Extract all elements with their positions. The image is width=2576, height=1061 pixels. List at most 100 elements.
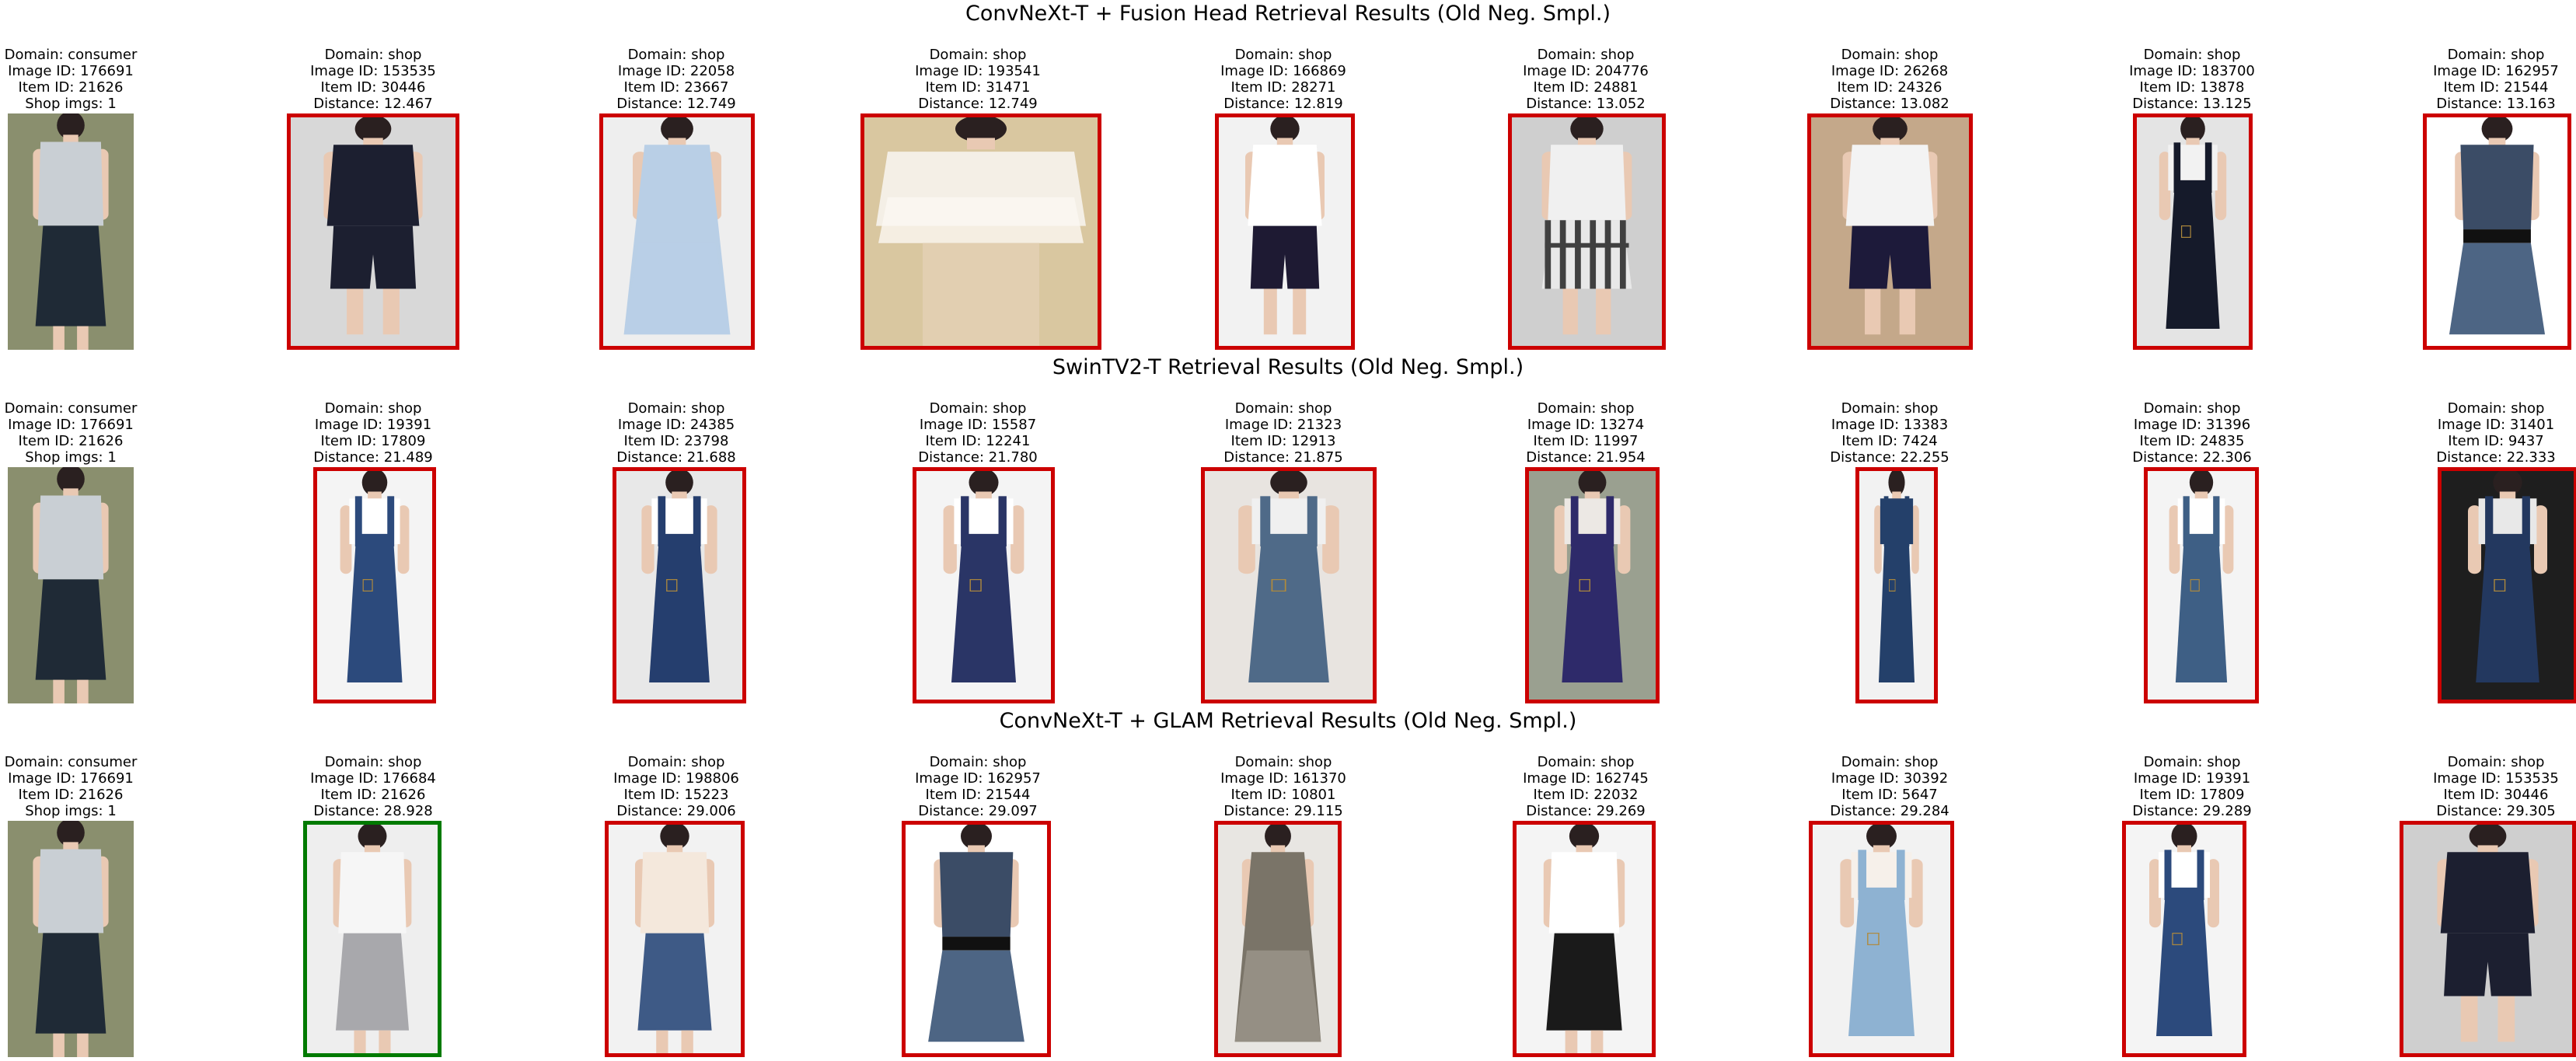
unmatched-result-image xyxy=(902,821,1051,1057)
caption-line: Domain: shop xyxy=(929,754,1027,770)
caption-line: Image ID: 166869 xyxy=(1220,63,1346,79)
caption-line: Item ID: 21626 xyxy=(320,787,426,803)
caption-line: Domain: shop xyxy=(1841,754,1939,770)
unmatched-result-image xyxy=(1214,821,1342,1057)
unmatched-result-image xyxy=(1525,467,1660,703)
caption-line: Domain: shop xyxy=(1234,754,1332,770)
unmatched-result-image xyxy=(1807,113,1973,350)
caption-line: Distance: 21.489 xyxy=(313,449,433,466)
image-caption: Domain: shop Image ID: 19391 Item ID: 1780… xyxy=(2132,754,2251,819)
caption-line: Image ID: 193541 xyxy=(915,63,1041,79)
image-caption: Domain: shop Image ID: 13383 Item ID: 7424… xyxy=(1830,400,1949,466)
caption-line: Image ID: 198806 xyxy=(613,770,739,787)
caption-line: Domain: shop xyxy=(627,400,725,417)
image-caption: Domain: consumer Image ID: 176691 Item ID:… xyxy=(5,400,138,466)
caption-line: Distance: 21.780 xyxy=(918,449,1038,466)
caption-line: Item ID: 17809 xyxy=(2139,787,2245,803)
caption-line: Domain: shop xyxy=(2143,754,2241,770)
caption-line: Item ID: 21544 xyxy=(2443,79,2549,96)
caption-line: Image ID: 153535 xyxy=(310,63,436,79)
caption-line: Shop imgs: 1 xyxy=(25,96,117,112)
caption-line: Distance: 29.284 xyxy=(1830,803,1949,819)
caption-line: Item ID: 5647 xyxy=(1841,787,1938,803)
image-caption: Domain: shop Image ID: 176684 Item ID: 216… xyxy=(310,754,436,819)
query-image xyxy=(8,821,134,1057)
caption-line: Domain: shop xyxy=(1537,754,1635,770)
caption-line: Distance: 21.954 xyxy=(1526,449,1646,466)
caption-line: Distance: 29.006 xyxy=(616,803,736,819)
caption-line: Domain: shop xyxy=(2447,47,2545,63)
unmatched-result-image xyxy=(1513,821,1656,1057)
image-caption: Domain: shop Image ID: 13274 Item ID: 1199… xyxy=(1526,400,1645,466)
caption-line: Domain: shop xyxy=(324,47,422,63)
caption-line: Item ID: 30446 xyxy=(320,79,426,96)
image-caption: Domain: shop Image ID: 166869 Item ID: 282… xyxy=(1220,47,1346,112)
caption-line: Image ID: 24385 xyxy=(617,417,735,433)
unmatched-result-image xyxy=(1215,113,1355,350)
caption-line: Domain: shop xyxy=(324,754,422,770)
query-image xyxy=(8,467,134,703)
caption-line: Item ID: 24835 xyxy=(2139,433,2245,449)
caption-line: Domain: shop xyxy=(1234,47,1332,63)
caption-line: Item ID: 24326 xyxy=(1837,79,1942,96)
caption-line: Distance: 12.467 xyxy=(313,96,433,112)
caption-line: Domain: shop xyxy=(2447,754,2545,770)
image-caption: Domain: shop Image ID: 22058 Item ID: 2366… xyxy=(616,47,735,112)
caption-line: Shop imgs: 1 xyxy=(25,449,117,466)
caption-line: Distance: 21.688 xyxy=(616,449,736,466)
caption-line: Item ID: 23798 xyxy=(623,433,729,449)
unmatched-result-image xyxy=(2423,113,2571,350)
unmatched-result-image xyxy=(2400,821,2576,1057)
unmatched-result-image xyxy=(313,467,436,703)
caption-line: Domain: shop xyxy=(1537,400,1635,417)
unmatched-result-image xyxy=(1855,467,1938,703)
caption-line: Distance: 29.289 xyxy=(2132,803,2252,819)
caption-line: Shop imgs: 1 xyxy=(25,803,117,819)
caption-line: Distance: 12.749 xyxy=(616,96,736,112)
caption-line: Item ID: 31471 xyxy=(925,79,1031,96)
caption-line: Item ID: 12913 xyxy=(1230,433,1336,449)
unmatched-result-image xyxy=(599,113,755,350)
query-image xyxy=(8,113,134,350)
caption-line: Distance: 13.125 xyxy=(2132,96,2252,112)
image-caption: Domain: shop Image ID: 162745 Item ID: 220… xyxy=(1523,754,1649,819)
caption-line: Image ID: 13274 xyxy=(1527,417,1645,433)
row-title: ConvNeXt-T + GLAM Retrieval Results (Old… xyxy=(999,709,1577,733)
caption-line: Domain: shop xyxy=(929,47,1027,63)
caption-line: Distance: 29.305 xyxy=(2436,803,2556,819)
caption-line: Item ID: 21626 xyxy=(18,787,124,803)
caption-line: Domain: shop xyxy=(627,754,725,770)
caption-line: Image ID: 176684 xyxy=(310,770,436,787)
caption-line: Domain: shop xyxy=(1537,47,1635,63)
caption-line: Domain: shop xyxy=(1841,47,1939,63)
image-caption: Domain: shop Image ID: 21323 Item ID: 1291… xyxy=(1223,400,1342,466)
image-caption: Domain: shop Image ID: 204776 Item ID: 248… xyxy=(1523,47,1649,112)
unmatched-result-image xyxy=(913,467,1055,703)
caption-line: Domain: shop xyxy=(324,400,422,417)
caption-line: Item ID: 22032 xyxy=(1533,787,1639,803)
caption-line: Item ID: 28271 xyxy=(1230,79,1336,96)
unmatched-result-image xyxy=(287,113,459,350)
unmatched-result-image xyxy=(1809,821,1954,1057)
caption-line: Distance: 22.306 xyxy=(2132,449,2252,466)
row-title: SwinTV2-T Retrieval Results (Old Neg. Sm… xyxy=(1052,355,1524,379)
caption-line: Item ID: 17809 xyxy=(320,433,426,449)
caption-line: Image ID: 176691 xyxy=(8,417,134,433)
caption-line: Domain: shop xyxy=(1234,400,1332,417)
caption-line: Image ID: 31396 xyxy=(2133,417,2251,433)
caption-line: Image ID: 15587 xyxy=(919,417,1037,433)
unmatched-result-image xyxy=(2144,467,2259,703)
unmatched-result-image xyxy=(2122,821,2246,1057)
unmatched-result-image xyxy=(613,467,746,703)
image-caption: Domain: shop Image ID: 153535 Item ID: 304… xyxy=(2433,754,2559,819)
caption-line: Distance: 12.749 xyxy=(918,96,1038,112)
caption-line: Distance: 28.928 xyxy=(313,803,433,819)
matched-result-image xyxy=(303,821,442,1057)
image-caption: Domain: consumer Image ID: 176691 Item ID:… xyxy=(5,47,138,112)
caption-line: Image ID: 26268 xyxy=(1831,63,1949,79)
caption-line: Image ID: 31401 xyxy=(2437,417,2555,433)
caption-line: Image ID: 176691 xyxy=(8,63,134,79)
caption-line: Image ID: 162957 xyxy=(915,770,1041,787)
caption-line: Image ID: 162745 xyxy=(1523,770,1649,787)
caption-line: Distance: 22.255 xyxy=(1830,449,1949,466)
